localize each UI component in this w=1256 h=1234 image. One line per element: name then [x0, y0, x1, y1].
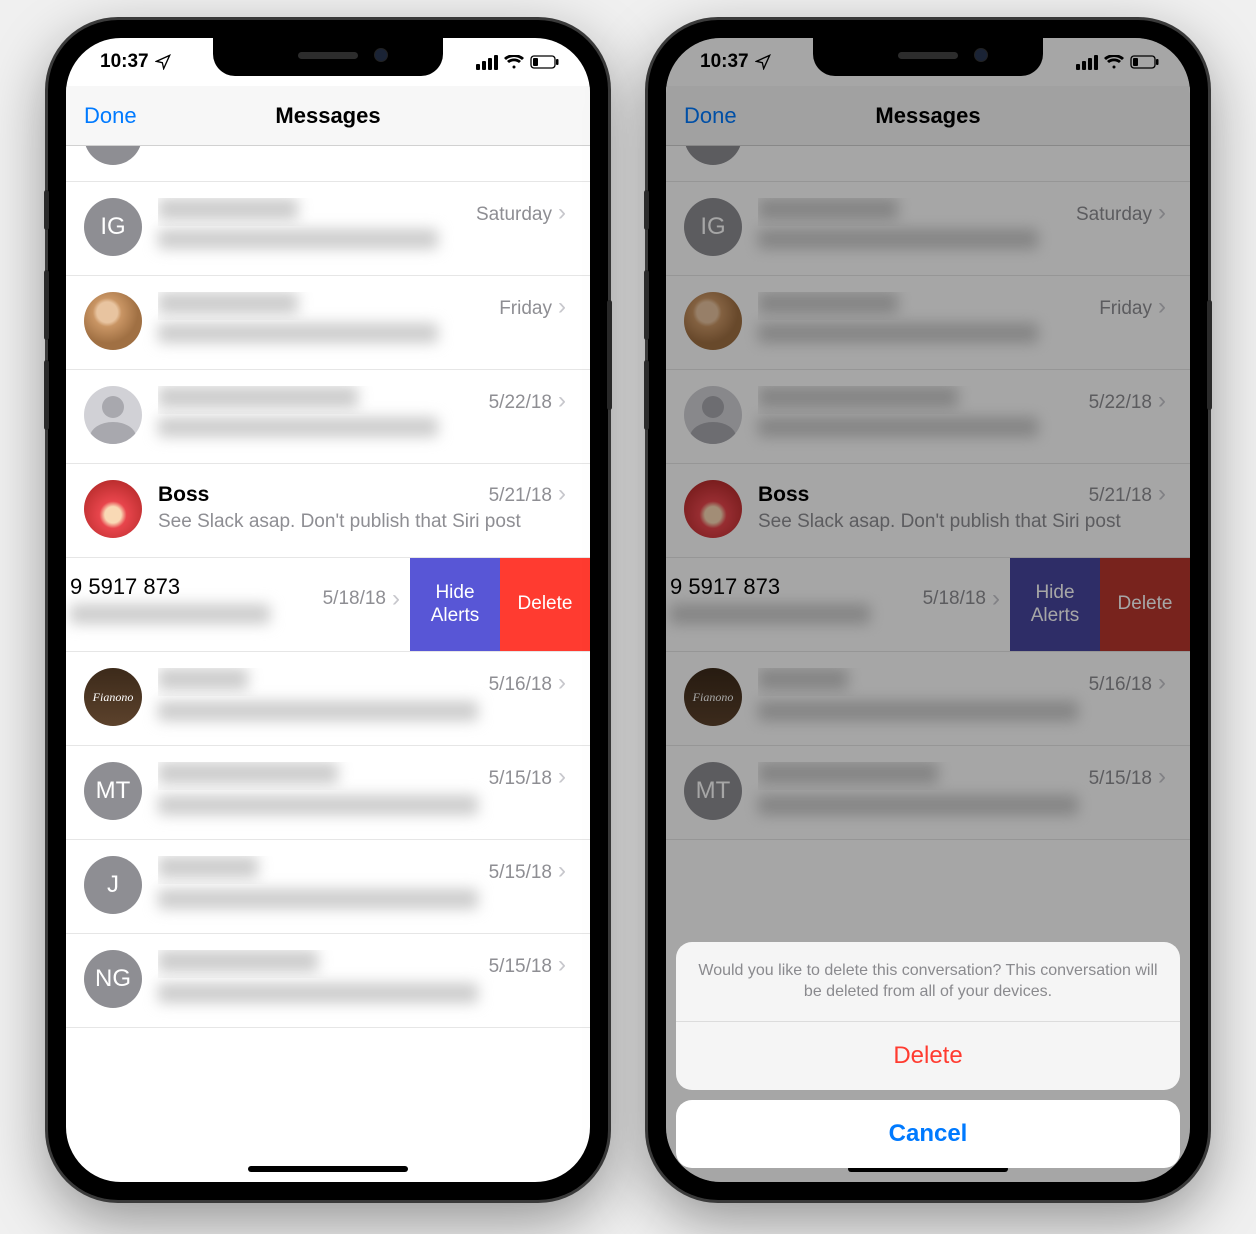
- notch: [813, 38, 1043, 76]
- message-date: 5/21/18: [489, 485, 552, 507]
- sheet-message: Would you like to delete this conversati…: [676, 942, 1180, 1022]
- phone-right: 10:37 Done Messages: [648, 20, 1208, 1200]
- contact-name-blurred: [158, 198, 298, 220]
- preview-blurred: [70, 604, 270, 624]
- screen-left: 10:37 Done Messages: [66, 38, 590, 1182]
- message-date: 5/15/18: [489, 956, 552, 978]
- preview-blurred: [158, 417, 438, 437]
- avatar-initials: IG: [84, 198, 142, 256]
- swipe-actions: Hide Alerts Delete: [410, 558, 590, 651]
- preview-blurred: [158, 229, 438, 249]
- conversation-row[interactable]: Friday ›: [66, 276, 590, 370]
- contact-name-blurred: [158, 762, 338, 784]
- chevron-right-icon: ›: [558, 763, 566, 791]
- contact-number: 9 5917 873: [70, 574, 323, 600]
- conversation-row[interactable]: NG 5/15/18 ›: [66, 934, 590, 1028]
- chevron-right-icon: ›: [558, 857, 566, 885]
- conversation-row[interactable]: IG Saturday ›: [66, 182, 590, 276]
- avatar: [84, 146, 142, 165]
- chevron-right-icon: ›: [558, 293, 566, 321]
- avatar-photo: Fianono: [84, 668, 142, 726]
- sheet-cancel-button[interactable]: Cancel: [676, 1100, 1180, 1168]
- nav-title: Messages: [66, 103, 590, 129]
- action-sheet: Would you like to delete this conversati…: [676, 942, 1180, 1168]
- contact-name: Boss: [158, 483, 489, 507]
- contact-name-blurred: [158, 386, 358, 408]
- contact-name-blurred: [158, 856, 258, 878]
- avatar-photo: [84, 292, 142, 350]
- avatar-silhouette: [84, 386, 142, 444]
- preview-blurred: [158, 701, 478, 721]
- conversation-row[interactable]: 5/22/18 ›: [66, 370, 590, 464]
- preview-blurred: [158, 795, 478, 815]
- chevron-right-icon: ›: [558, 951, 566, 979]
- sheet-delete-button[interactable]: Delete: [676, 1022, 1180, 1090]
- battery-icon: [530, 55, 560, 69]
- message-preview: See Slack asap. Don't publish that Siri …: [158, 510, 580, 534]
- conversation-row-swiped[interactable]: 9 5917 873 5/18/18 › Hide Alerts Delete: [66, 558, 590, 652]
- message-date: Saturday: [476, 204, 552, 226]
- preview-blurred: [158, 323, 438, 343]
- home-indicator[interactable]: [248, 1166, 408, 1172]
- conversation-row[interactable]: Fianono 5/16/18 ›: [66, 652, 590, 746]
- wifi-icon: [504, 55, 524, 70]
- preview-blurred: [158, 983, 478, 1003]
- message-date: 5/18/18: [323, 588, 386, 610]
- contact-name-blurred: [158, 668, 248, 690]
- contact-name-blurred: [158, 292, 298, 314]
- status-time: 10:37: [100, 51, 149, 73]
- avatar-initials: NG: [84, 950, 142, 1008]
- conversation-row[interactable]: MT 5/15/18 ›: [66, 746, 590, 840]
- chevron-right-icon: ›: [558, 387, 566, 415]
- chevron-right-icon: ›: [558, 199, 566, 227]
- message-list[interactable]: IG Saturday › Friday ›: [66, 146, 590, 1182]
- message-date: 5/15/18: [489, 768, 552, 790]
- hide-alerts-button[interactable]: Hide Alerts: [410, 558, 500, 651]
- chevron-right-icon: ›: [558, 480, 566, 508]
- preview-blurred: [158, 889, 478, 909]
- cellular-icon: [476, 55, 498, 70]
- contact-name-blurred: [158, 950, 318, 972]
- location-icon: [155, 54, 171, 70]
- conversation-row[interactable]: J 5/15/18 ›: [66, 840, 590, 934]
- nav-bar: Done Messages: [66, 86, 590, 146]
- avatar-initials: J: [84, 856, 142, 914]
- conversation-row[interactable]: [66, 146, 590, 182]
- done-button[interactable]: Done: [84, 103, 137, 129]
- message-date: 5/15/18: [489, 862, 552, 884]
- chevron-right-icon: ›: [392, 585, 400, 613]
- avatar-photo: [84, 480, 142, 538]
- message-date: 5/16/18: [489, 674, 552, 696]
- screen-right: 10:37 Done Messages: [666, 38, 1190, 1182]
- message-date: Friday: [499, 298, 552, 320]
- conversation-row[interactable]: Boss 5/21/18 › See Slack asap. Don't pub…: [66, 464, 590, 558]
- notch: [213, 38, 443, 76]
- delete-button[interactable]: Delete: [500, 558, 590, 651]
- phone-left: 10:37 Done Messages: [48, 20, 608, 1200]
- avatar-initials: MT: [84, 762, 142, 820]
- chevron-right-icon: ›: [558, 669, 566, 697]
- message-date: 5/22/18: [489, 392, 552, 414]
